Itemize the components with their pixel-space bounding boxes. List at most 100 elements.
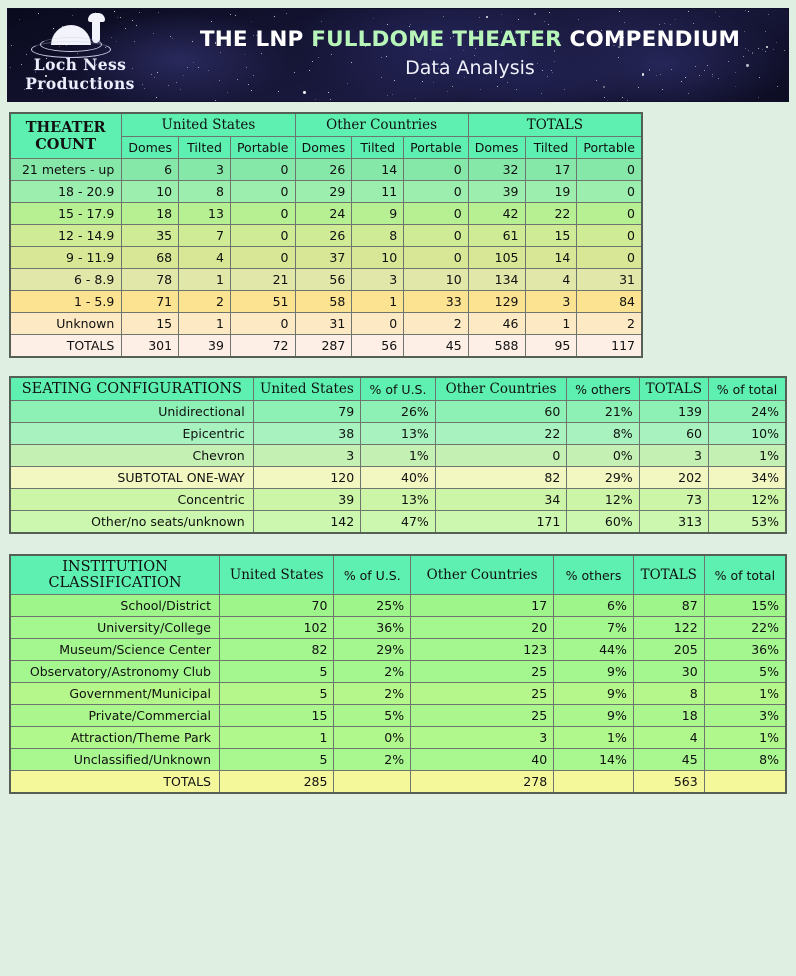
theater-count-total-cell-7: 95 [524, 334, 578, 358]
theater-count-cell-0-3: 26 [294, 158, 353, 181]
theater-count-table: THEATER COUNT United States Other Countries… [9, 112, 643, 358]
theater-count-cell-0-1: 3 [178, 158, 231, 181]
theater-count-totals-label: TOTALS [9, 334, 123, 358]
theater-count-row-label-2: 15 - 17.9 [9, 202, 123, 225]
seating-configurations-title: SEATING CONFIGURATIONS [9, 376, 254, 401]
institution-column-header-2: Other Countries [410, 554, 555, 595]
theater-count-cell-0-2: 0 [229, 158, 296, 181]
corner-title-line-1: THEATER [25, 119, 106, 136]
institution-cell-2-3: 44% [553, 638, 634, 661]
institution-cell-3-4: 30 [632, 660, 705, 683]
institution-row-label-0: School/District [9, 594, 220, 617]
institution-title-line-2: CLASSIFICATION [48, 575, 182, 591]
institution-cell-7-0: 5 [218, 748, 335, 771]
theater-count-cell-3-8: 0 [576, 224, 643, 247]
institution-column-header-1: % of U.S. [333, 554, 412, 595]
institution-row-label-2: Museum/Science Center [9, 638, 220, 661]
seating-cell-3-3: 29% [566, 466, 640, 489]
theater-count-cell-6-0: 71 [121, 290, 180, 313]
theater-count-cell-2-7: 22 [524, 202, 578, 225]
theater-count-total-cell-5: 45 [403, 334, 469, 358]
table-row: 18 - 20.9 10 8 0 29 11 0 39 19 0 [9, 180, 643, 203]
seating-configurations-table: SEATING CONFIGURATIONS United States% of … [9, 376, 787, 534]
institution-cell-5-1: 5% [333, 704, 412, 727]
institution-cell-0-4: 87 [632, 594, 705, 617]
theater-count-total-cell-1: 39 [178, 334, 231, 358]
institution-cell-7-5: 8% [703, 748, 787, 771]
institution-cell-2-0: 82 [218, 638, 335, 661]
theater-count-cell-3-4: 8 [351, 224, 405, 247]
seating-column-header-1: % of U.S. [360, 376, 436, 401]
theater-count-cell-2-0: 18 [121, 202, 180, 225]
theater-count-cell-1-3: 29 [294, 180, 353, 203]
institution-column-header-0: United States [218, 554, 335, 595]
seating-cell-2-3: 0% [566, 444, 640, 467]
seating-cell-1-0: 38 [252, 422, 362, 445]
institution-cell-5-4: 18 [632, 704, 705, 727]
theater-count-total-cell-4: 56 [351, 334, 405, 358]
seating-cell-1-3: 8% [566, 422, 640, 445]
institution-classification-table: INSTITUTION CLASSIFICATION United States% … [9, 554, 787, 794]
seating-cell-4-5: 12% [707, 488, 787, 511]
theater-count-cell-2-1: 13 [178, 202, 231, 225]
theater-count-cell-2-8: 0 [576, 202, 643, 225]
theater-count-cell-5-0: 78 [121, 268, 180, 291]
institution-cell-2-4: 205 [632, 638, 705, 661]
theater-count-cell-5-3: 56 [294, 268, 353, 291]
page-title-part-2: FULLDOME THEATER [311, 27, 562, 52]
theater-count-cell-1-6: 39 [467, 180, 526, 203]
theater-count-row-label-5: 6 - 8.9 [9, 268, 123, 291]
theater-count-cell-0-7: 17 [524, 158, 578, 181]
institution-cell-7-3: 14% [553, 748, 634, 771]
institution-cell-3-3: 9% [553, 660, 634, 683]
theater-count-row-label-1: 18 - 20.9 [9, 180, 123, 203]
logo-text-line-1: Loch Ness [33, 55, 127, 74]
institution-cell-5-2: 25 [410, 704, 555, 727]
institution-cell-6-4: 4 [632, 726, 705, 749]
theater-count-cell-6-5: 33 [403, 290, 469, 313]
table-row: Chevron 3 1% 0 0% 3 1% [9, 444, 787, 467]
table-row: University/College 102 36% 20 7% 122 22% [9, 616, 787, 639]
institution-row-label-5: Private/Commercial [9, 704, 220, 727]
institution-cell-2-1: 29% [333, 638, 412, 661]
seating-cell-5-4: 313 [638, 510, 709, 534]
table-row: School/District 70 25% 17 6% 87 15% [9, 594, 787, 617]
seating-cell-3-4: 202 [638, 466, 709, 489]
theater-count-cell-1-4: 11 [351, 180, 405, 203]
seating-cell-3-2: 82 [434, 466, 568, 489]
loch-ness-productions-logo: Loch Ness Productions [18, 13, 142, 101]
seating-cell-4-4: 73 [638, 488, 709, 511]
theater-count-cell-6-6: 129 [467, 290, 526, 313]
theater-count-cell-4-8: 0 [576, 246, 643, 269]
table-row: 9 - 11.9 68 4 0 37 10 0 105 14 0 [9, 246, 643, 269]
theater-count-cell-4-3: 37 [294, 246, 353, 269]
theater-count-cell-5-8: 31 [576, 268, 643, 291]
table-row: 6 - 8.9 78 1 21 56 3 10 134 4 31 [9, 268, 643, 291]
institution-cell-7-1: 2% [333, 748, 412, 771]
institution-cell-0-2: 17 [410, 594, 555, 617]
theater-count-cell-7-1: 1 [178, 312, 231, 335]
institution-cell-1-5: 22% [703, 616, 787, 639]
theater-count-cell-4-0: 68 [121, 246, 180, 269]
theater-count-cell-7-4: 0 [351, 312, 405, 335]
seating-cell-2-2: 0 [434, 444, 568, 467]
institution-totals-row: TOTALS 285 278 563 [9, 770, 787, 794]
institution-cell-1-0: 102 [218, 616, 335, 639]
theater-count-cell-6-2: 51 [229, 290, 296, 313]
institution-cell-1-4: 122 [632, 616, 705, 639]
seating-column-header-3: % others [566, 376, 640, 401]
institution-cell-3-5: 5% [703, 660, 787, 683]
page-subtitle: Data Analysis [405, 57, 535, 79]
theater-count-cell-3-1: 7 [178, 224, 231, 247]
theater-count-cell-6-1: 2 [178, 290, 231, 313]
theater-count-cell-2-3: 24 [294, 202, 353, 225]
theater-count-totals-row: TOTALS 301 39 72 287 56 45 588 95 117 [9, 334, 643, 358]
institution-title-line-1: INSTITUTION [62, 559, 168, 575]
theater-count-cell-5-2: 21 [229, 268, 296, 291]
seating-cell-1-1: 13% [360, 422, 436, 445]
seating-cell-5-0: 142 [252, 510, 362, 534]
logo-text-line-2: Productions [25, 74, 135, 93]
institution-row-label-6: Attraction/Theme Park [9, 726, 220, 749]
theater-count-cell-1-5: 0 [403, 180, 469, 203]
theater-count-subcolumn-0-0: Domes [121, 136, 180, 159]
